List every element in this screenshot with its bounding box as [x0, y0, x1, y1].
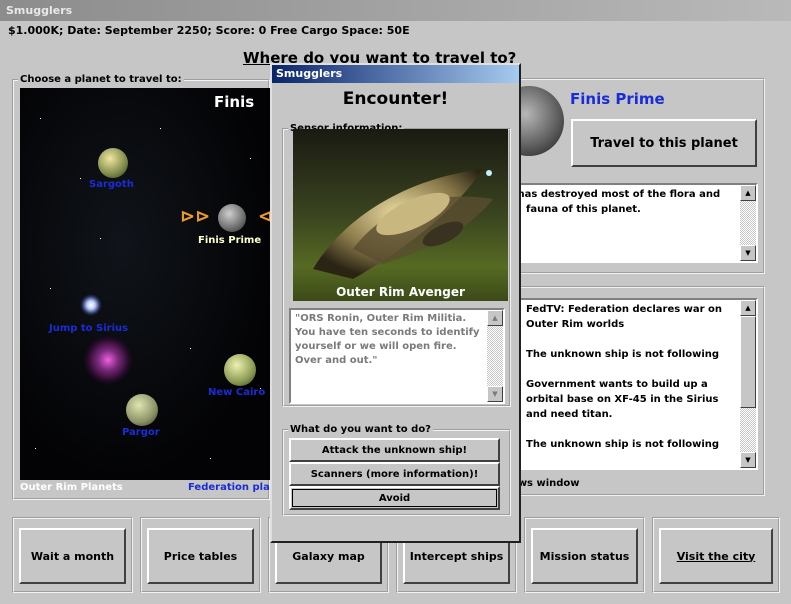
ship-graphic-icon: [313, 169, 493, 279]
mission-status-button[interactable]: Mission status: [531, 528, 638, 584]
status-line: $1.000K; Date: September 2250; Score: 0 …: [8, 24, 410, 37]
planet-new-cairo[interactable]: [224, 354, 256, 386]
news-item: Government wants to build up a orbital b…: [526, 379, 719, 420]
planet-pargor[interactable]: [126, 394, 158, 426]
news-scrollbar[interactable]: ▲ ▼: [740, 300, 756, 468]
message-scrollbar[interactable]: ▲ ▼: [487, 310, 503, 402]
dialog-title-bar[interactable]: Smugglers: [272, 65, 519, 83]
current-location-marker-icon: ⊳⊳: [180, 206, 211, 227]
news-item: The unknown ship is not following: [526, 349, 720, 360]
avoid-button[interactable]: Avoid: [289, 486, 500, 510]
travel-to-planet-button[interactable]: Travel to this planet: [571, 119, 757, 167]
encounter-heading: Encounter!: [342, 89, 449, 109]
planet-map[interactable]: Finis Sargoth ⊳⊳ ⊲ Finis Prime Jump to S…: [20, 88, 275, 480]
map-title: Finis: [214, 93, 255, 111]
planet-label-pargor[interactable]: Pargor: [122, 427, 160, 438]
planet-label-new-cairo[interactable]: New Cairo: [208, 387, 265, 398]
ship-name: Outer Rim Avenger: [336, 285, 465, 299]
window-title-bar: Smugglers: [0, 0, 791, 21]
planet-finis-prime[interactable]: [218, 204, 246, 232]
planet-map-legend: Choose a planet to travel to:: [20, 74, 182, 85]
scroll-down-icon[interactable]: ▼: [487, 386, 503, 402]
scroll-up-icon[interactable]: ▲: [740, 185, 756, 201]
star-sirius-icon[interactable]: [80, 294, 102, 316]
planet-description-scrollbar[interactable]: ▲ ▼: [740, 185, 756, 261]
ship-image: Outer Rim Avenger: [293, 129, 508, 301]
encounter-dialog: Smugglers Encounter! Sensor information:…: [270, 63, 521, 543]
scroll-down-icon[interactable]: ▼: [740, 245, 756, 261]
price-tables-button[interactable]: Price tables: [147, 528, 254, 584]
attack-button[interactable]: Attack the unknown ship!: [289, 438, 500, 462]
scroll-up-icon[interactable]: ▲: [487, 310, 503, 326]
planet-sargoth[interactable]: [98, 148, 128, 178]
outer-rim-legend: Outer Rim Planets: [20, 482, 123, 493]
scroll-thumb[interactable]: [740, 316, 756, 408]
news-box: FedTV: Federation declares war on Outer …: [510, 298, 758, 470]
visit-the-city-button[interactable]: Visit the city: [659, 528, 773, 584]
news-item: FedTV: Federation declares war on Outer …: [526, 304, 723, 330]
planet-name: Finis Prime: [570, 90, 665, 108]
actions-legend: What do you want to do?: [290, 424, 431, 435]
planet-label-jump-to-sirius[interactable]: Jump to Sirius: [49, 323, 128, 334]
news-item: The unknown ship is not following: [526, 439, 720, 450]
window-title: Smugglers: [6, 4, 73, 17]
encounter-message-box: "ORS Ronin, Outer Rim Militia. You have …: [289, 308, 505, 404]
scanners-button[interactable]: Scanners (more information)!: [289, 462, 500, 486]
dialog-title: Smugglers: [276, 67, 343, 80]
encounter-message: "ORS Ronin, Outer Rim Militia. You have …: [295, 313, 480, 366]
planet-description: Industrial pollution has destroyed most …: [512, 189, 721, 215]
scroll-down-icon[interactable]: ▼: [740, 452, 756, 468]
nebula-icon: [84, 336, 132, 384]
planet-description-box: Industrial pollution has destroyed most …: [510, 183, 758, 263]
scroll-up-icon[interactable]: ▲: [740, 300, 756, 316]
wait-a-month-button[interactable]: Wait a month: [19, 528, 126, 584]
planet-label-sargoth[interactable]: Sargoth: [89, 179, 134, 190]
planet-label-finis-prime[interactable]: Finis Prime: [198, 235, 261, 246]
